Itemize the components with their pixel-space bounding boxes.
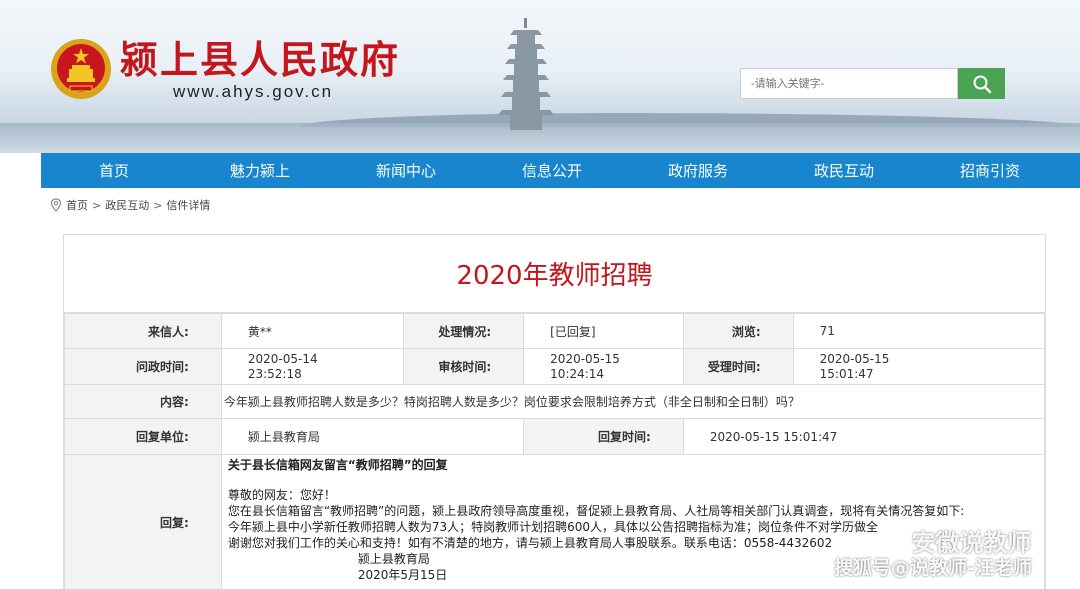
- reply-label: 回复:: [64, 454, 222, 589]
- wechat-icon: [875, 531, 902, 553]
- pagoda-illustration: [498, 18, 554, 130]
- reply-unit-value: 颍上县教育局: [220, 418, 525, 455]
- review-time-label: 审核时间:: [403, 348, 525, 385]
- breadcrumb-home[interactable]: 首页: [66, 197, 88, 213]
- review-clock: 10:24:14: [550, 366, 605, 381]
- ask-date: 2020-05-14: [247, 351, 318, 366]
- location-pin-icon: [50, 198, 62, 212]
- sender-value: 黄**: [220, 313, 405, 349]
- site-header: 颍上县人民政府 www.ahys.gov.cn: [0, 0, 1080, 153]
- status-label: 处理情况:: [403, 313, 525, 349]
- breadcrumb: 首页 > 政民互动 > 信件详情: [50, 197, 210, 213]
- national-emblem-icon: [51, 39, 111, 99]
- nav-item-services[interactable]: 政府服务: [625, 160, 771, 181]
- reply-time-value: 2020-05-15 15:01:47: [682, 418, 1046, 455]
- breadcrumb-separator: >: [153, 198, 163, 212]
- content-value: 今年颍上县教师招聘人数是多少？特岗招聘人数是多少？岗位要求会限制培养方式（非全日…: [220, 384, 1046, 419]
- reply-title: 关于县长信箱网友留言“教师招聘”的回复: [227, 458, 448, 472]
- watermark-author: 搜狐号@说教师-汪老师: [834, 557, 1032, 579]
- reply-greeting: 尊敬的网友：您好！: [227, 488, 336, 502]
- accept-time-label: 受理时间:: [682, 348, 794, 385]
- sender-label: 来信人:: [64, 313, 222, 349]
- reply-unit-label: 回复单位:: [64, 418, 222, 455]
- content-label: 内容:: [64, 384, 222, 419]
- breadcrumb-letter-detail[interactable]: 信件详情: [166, 197, 210, 213]
- accept-clock: 15:01:47: [819, 366, 874, 381]
- views-value: 71: [792, 313, 1046, 349]
- nav-item-charm[interactable]: 魅力颍上: [187, 160, 333, 181]
- nav-item-home[interactable]: 首页: [41, 160, 187, 181]
- letter-title: 2020年教师招聘: [64, 235, 1045, 313]
- ask-time-value: 2020-05-14 23:52:18: [220, 348, 405, 385]
- search-input[interactable]: [740, 68, 958, 99]
- review-time-value: 2020-05-15 10:24:14: [523, 348, 684, 385]
- ask-time-label: 问政时间:: [64, 348, 222, 385]
- status-value: [已回复]: [523, 313, 684, 349]
- site-title: 颍上县人民政府: [120, 37, 401, 82]
- breadcrumb-separator: >: [92, 198, 102, 212]
- site-url: www.ahys.gov.cn: [173, 82, 334, 101]
- nav-item-interaction[interactable]: 政民互动: [771, 160, 917, 181]
- main-nav: 首页 魅力颍上 新闻中心 信息公开 政府服务 政民互动 招商引资: [41, 153, 1080, 188]
- ask-clock: 23:52:18: [247, 366, 302, 381]
- accept-time-value: 2020-05-15 15:01:47: [792, 348, 1046, 385]
- breadcrumb-interaction[interactable]: 政民互动: [105, 197, 149, 213]
- nav-item-info[interactable]: 信息公开: [479, 160, 625, 181]
- review-date: 2020-05-15: [550, 351, 620, 366]
- nav-item-investment[interactable]: 招商引资: [917, 160, 1063, 181]
- reply-time-label: 回复时间:: [523, 418, 684, 455]
- nav-item-news[interactable]: 新闻中心: [333, 160, 479, 181]
- views-label: 浏览:: [682, 313, 794, 349]
- reply-paragraph: 您在县长信箱留言“教师招聘”的问题，颍上县政府领导高度重视，督促颍上县教育局、人…: [227, 504, 965, 518]
- search-button[interactable]: [958, 68, 1005, 99]
- search-icon: [973, 75, 991, 93]
- accept-date: 2020-05-15: [819, 351, 890, 366]
